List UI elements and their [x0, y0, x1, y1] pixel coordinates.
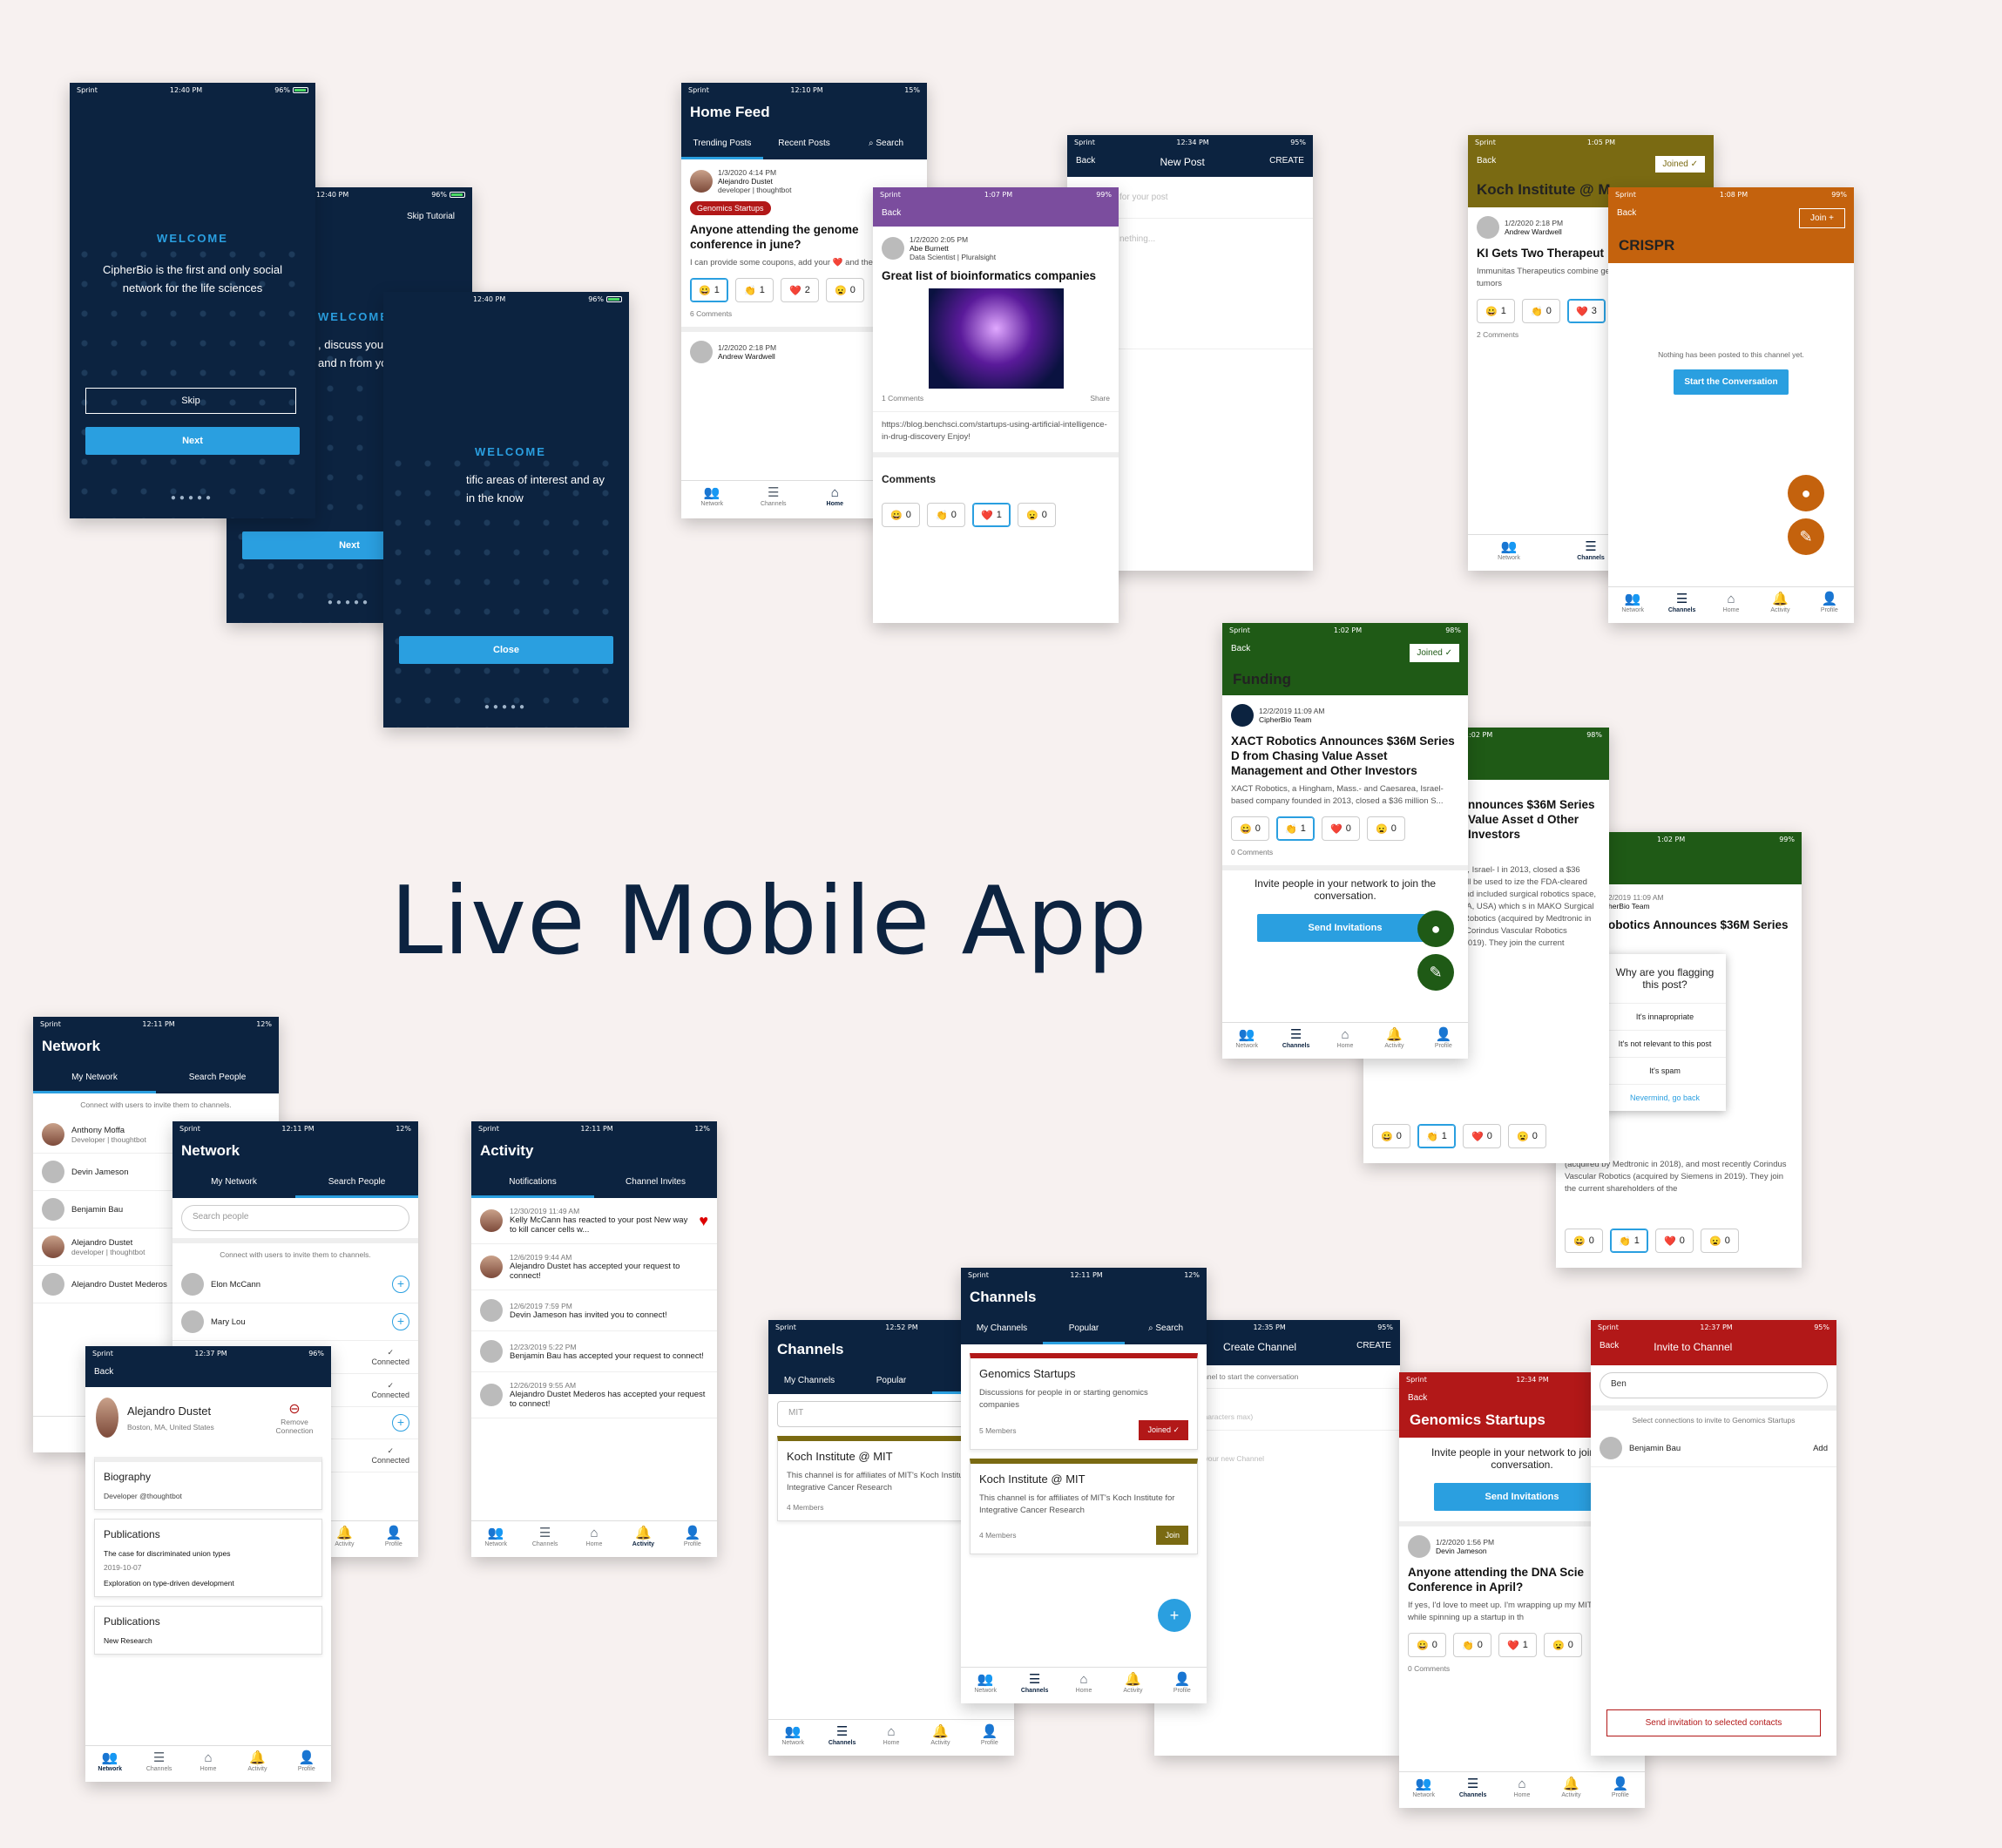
- activity-screen: Sprint 12:11 PM 12% Activity Notifications…: [471, 1121, 717, 1557]
- search-button[interactable]: ⌕ Search: [845, 130, 927, 159]
- invite-to-channel-screen: Sprint 12:37 PM 95% Back Invite to Channel …: [1591, 1320, 1836, 1756]
- avatar: [690, 170, 713, 193]
- next-button[interactable]: Next: [85, 427, 300, 455]
- flag-option[interactable]: It's innapropriate: [1604, 1003, 1726, 1030]
- send-invitations-button[interactable]: Send Invitations: [1434, 1483, 1610, 1511]
- add-button[interactable]: Add: [1813, 1444, 1828, 1453]
- hero-title: Live Mobile App: [390, 867, 1148, 976]
- joined-button[interactable]: Joined ✓: [1139, 1420, 1188, 1440]
- post-detail-screen: Sprint 1:07 PM 99% Back 1/2/2020 2:05 PM Ab…: [873, 187, 1119, 623]
- pencil-icon[interactable]: ✎: [1788, 518, 1824, 555]
- search-input[interactable]: Search people: [181, 1205, 409, 1231]
- create-button[interactable]: CREATE: [1269, 156, 1304, 168]
- profile-screen: Sprint 12:37 PM 96% Back Alejandro Dustet B…: [85, 1346, 331, 1782]
- add-icon[interactable]: +: [392, 1313, 409, 1330]
- crispr-channel-screen: Sprint 1:08 PM 99% Back Join + CRISPR Nothi…: [1608, 187, 1854, 623]
- back-button[interactable]: Back: [873, 201, 1119, 227]
- join-button[interactable]: Join: [1156, 1526, 1188, 1545]
- status-bar: Sprint 12:40 PM 96%: [70, 83, 315, 97]
- invite-search-input[interactable]: Ben: [1600, 1372, 1828, 1398]
- send-invitation-button[interactable]: Send invitation to selected contacts: [1606, 1709, 1821, 1736]
- tab-recent[interactable]: Recent Posts: [763, 130, 845, 159]
- back-button[interactable]: Back: [1076, 156, 1095, 168]
- add-icon[interactable]: +: [392, 1276, 409, 1293]
- start-conversation-button[interactable]: Start the Conversation: [1674, 369, 1789, 395]
- channels-popular-screen: Sprint 12:11 PM 12% Channels My Channels Po…: [961, 1268, 1207, 1703]
- cancel-button[interactable]: Nevermind, go back: [1604, 1084, 1726, 1111]
- funding-channel-screen: Sprint 1:02 PM 98% Back Joined ✓ Funding 12…: [1222, 623, 1468, 1059]
- tab-trending[interactable]: Trending Posts: [681, 130, 763, 159]
- flag-option[interactable]: It's spam: [1604, 1057, 1726, 1084]
- onboarding-screen-1: Sprint 12:40 PM 96% WELCOME CipherBio is t…: [70, 83, 315, 518]
- post-image: [928, 288, 1064, 389]
- skip-button[interactable]: Skip: [85, 388, 296, 414]
- channel-tag[interactable]: Genomics Startups: [690, 201, 771, 215]
- page-dots: ●●●●●: [170, 493, 215, 503]
- flag-dialog: Why are you flagging this post? It's inn…: [1604, 954, 1726, 1111]
- add-channel-button[interactable]: +: [1158, 1599, 1191, 1632]
- joined-button[interactable]: Joined ✓: [1410, 644, 1459, 662]
- person-icon[interactable]: ●: [1788, 475, 1824, 511]
- page-title: Home Feed: [690, 104, 770, 120]
- close-button[interactable]: Close: [399, 636, 613, 664]
- onboarding-screen-3: 12:40 PM 96% WELCOME tific areas of inter…: [383, 292, 629, 728]
- send-invitations-button[interactable]: Send Invitations: [1257, 914, 1433, 942]
- flag-option[interactable]: It's not relevant to this post: [1604, 1030, 1726, 1057]
- welcome-text: CipherBio is the first and only social n…: [103, 263, 282, 294]
- join-button[interactable]: Join +: [1799, 208, 1845, 228]
